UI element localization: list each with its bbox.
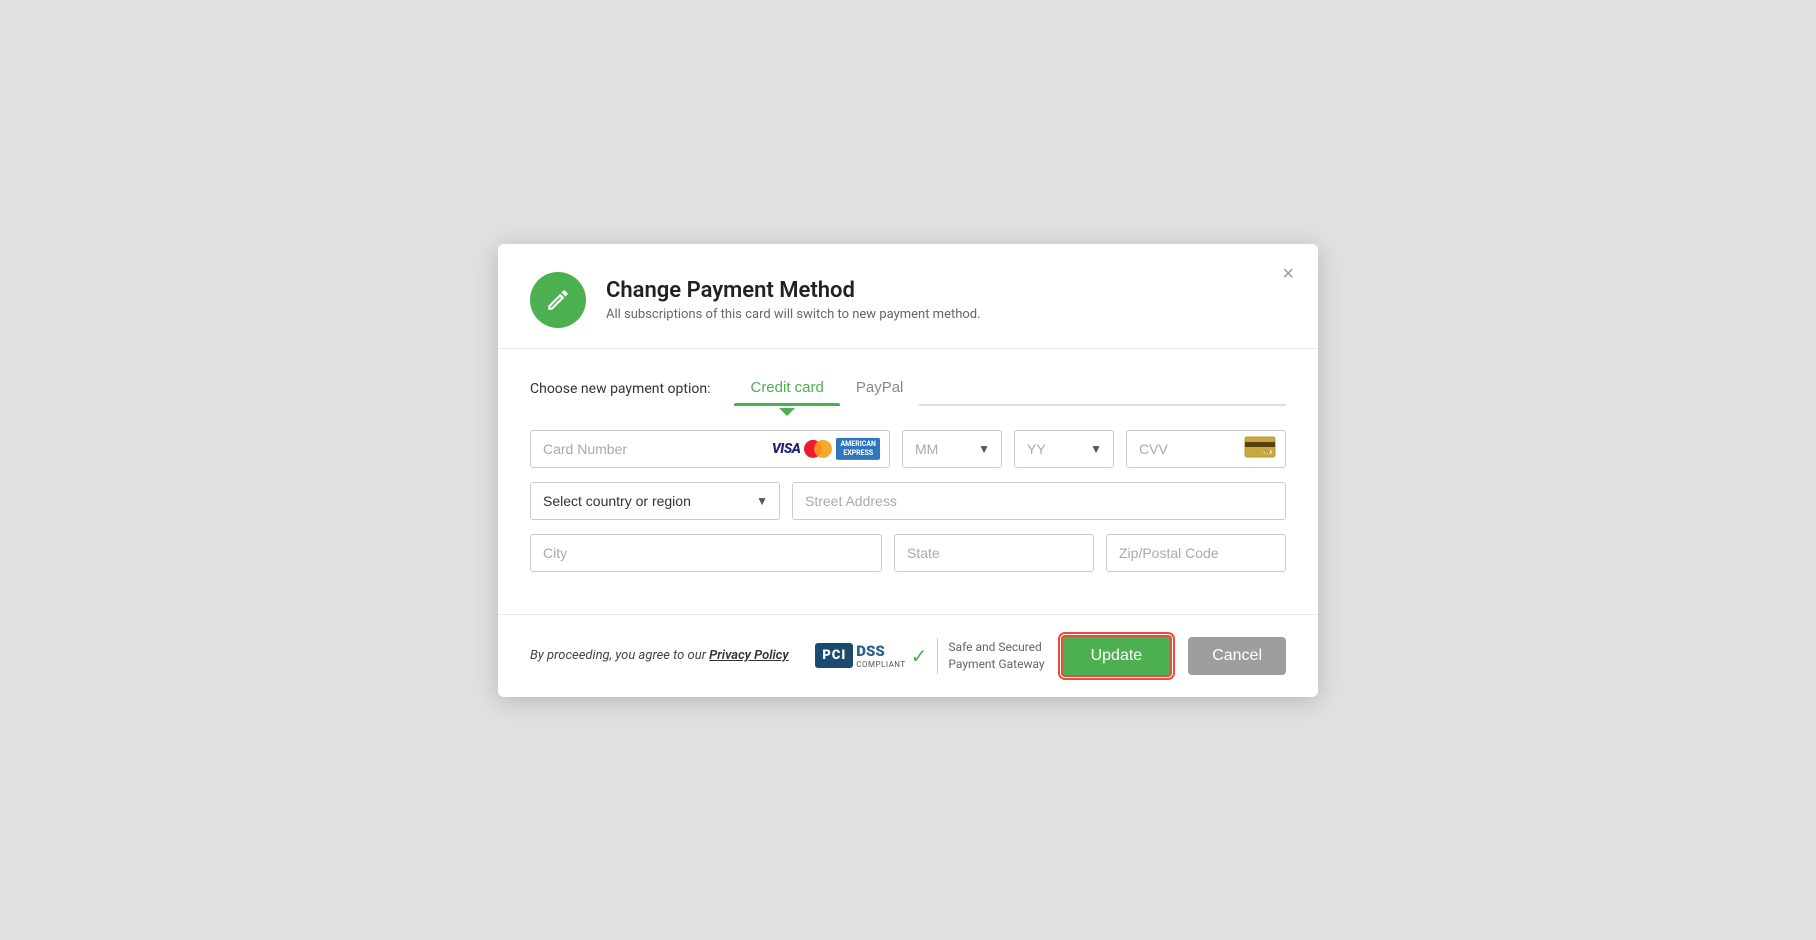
card-details-row: VISA AMERICANEXPRESS ▼ ▼ (530, 430, 1286, 468)
payment-options: Choose new payment option: Credit card P… (530, 373, 1286, 406)
tab-credit-card[interactable]: Credit card (734, 373, 839, 406)
header-text: Change Payment Method All subscriptions … (606, 278, 981, 322)
close-button[interactable]: × (1278, 260, 1298, 288)
modal-body: Choose new payment option: Credit card P… (498, 349, 1318, 615)
card-logos: VISA AMERICANEXPRESS (772, 437, 880, 459)
footer-legal: By proceeding, you agree to our Privacy … (530, 648, 789, 663)
dss-text: DSS (856, 642, 884, 660)
card-number-field: VISA AMERICANEXPRESS (530, 430, 890, 468)
visa-logo: VISA (772, 441, 801, 457)
dss-container: DSS COMPLIANT (856, 642, 905, 669)
city-input[interactable] (530, 534, 882, 572)
edit-icon (545, 287, 571, 313)
yy-field: ▼ (1014, 430, 1114, 468)
mm-field: ▼ (902, 430, 1002, 468)
pci-secure-text: Safe and Secured Payment Gateway (948, 639, 1044, 673)
mm-input[interactable] (902, 430, 1002, 468)
state-input[interactable] (894, 534, 1094, 572)
pci-text: PCI (822, 648, 846, 663)
privacy-policy-link[interactable]: Privacy Policy (709, 648, 788, 663)
zip-input[interactable] (1106, 534, 1286, 572)
cvv-card-icon: CVV (1244, 436, 1276, 462)
modal-subtitle: All subscriptions of this card will swit… (606, 307, 981, 322)
tab-paypal[interactable]: PayPal (840, 373, 920, 406)
mastercard-logo (804, 440, 832, 458)
address-row1: Select country or region ▼ (530, 482, 1286, 520)
cancel-button[interactable]: Cancel (1188, 637, 1286, 675)
state-field (894, 534, 1094, 572)
modal-footer: By proceeding, you agree to our Privacy … (498, 615, 1318, 697)
zip-field (1106, 534, 1286, 572)
country-select[interactable]: Select country or region (530, 482, 780, 520)
amex-logo: AMERICANEXPRESS (836, 437, 880, 459)
street-field (792, 482, 1286, 520)
tab-active-arrow (779, 408, 795, 416)
footer-right: PCI DSS COMPLIANT ✓ Safe and Secured Pay… (815, 635, 1286, 677)
mc-circle-yellow (814, 440, 832, 458)
modal-header: Change Payment Method All subscriptions … (498, 244, 1318, 349)
pci-badge: PCI DSS COMPLIANT ✓ Safe and Secured Pay… (815, 638, 1044, 674)
update-button[interactable]: Update (1061, 635, 1173, 677)
pci-logo: PCI (815, 643, 853, 668)
cvv-field: CVV (1126, 430, 1286, 468)
city-field (530, 534, 882, 572)
credit-card-icon: CVV (1244, 436, 1276, 458)
proceeding-text: By proceeding, you agree to our (530, 648, 709, 663)
footer-divider (937, 638, 938, 674)
tab-line (919, 404, 1286, 406)
pci-checkmark: ✓ (911, 644, 928, 668)
modal-title: Change Payment Method (606, 278, 981, 303)
address-row2 (530, 534, 1286, 572)
pci-logo-container: PCI DSS COMPLIANT ✓ (815, 642, 927, 669)
change-payment-modal: Change Payment Method All subscriptions … (498, 244, 1318, 697)
street-input[interactable] (792, 482, 1286, 520)
country-field: Select country or region ▼ (530, 482, 780, 520)
svg-text:CVV: CVV (1262, 449, 1270, 454)
header-icon (530, 272, 586, 328)
yy-input[interactable] (1014, 430, 1114, 468)
payment-options-label: Choose new payment option: (530, 381, 710, 397)
